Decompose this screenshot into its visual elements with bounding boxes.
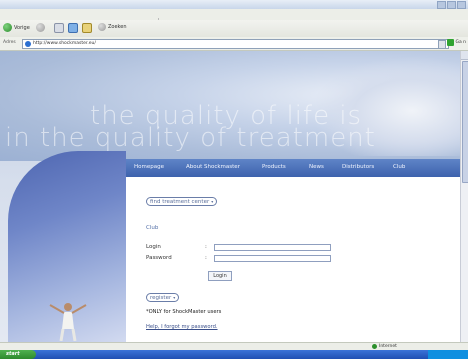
users-only-note: *ONLY for ShockMaster users <box>146 309 222 315</box>
page-viewport: the quality of life is in the quality of… <box>0 51 460 342</box>
register-button[interactable]: register ▾ <box>146 293 180 302</box>
title-bar <box>0 0 468 9</box>
chevron-down-icon: ▾ <box>173 295 176 300</box>
forward-arrow-icon <box>36 23 45 32</box>
nav-products[interactable]: Products <box>262 164 286 170</box>
find-treatment-center-button[interactable]: find treatment center ▾ <box>146 197 218 206</box>
refresh-button[interactable] <box>68 23 78 33</box>
page-icon <box>25 41 31 47</box>
forward-button[interactable] <box>36 23 45 32</box>
go-button[interactable]: Ga n <box>447 39 466 46</box>
login-input[interactable] <box>214 244 331 251</box>
scroll-up-icon[interactable] <box>461 51 468 60</box>
stop-icon <box>54 23 64 33</box>
club-heading: Club <box>146 225 159 231</box>
forgot-password-link[interactable]: Help, I forgot my password. <box>146 324 218 330</box>
address-input[interactable]: http://www.shockmaster.eu/ <box>22 39 449 49</box>
header-banner: the quality of life is in the quality of… <box>0 51 460 161</box>
browser-toolbar: Vorige Zoeken <box>0 20 468 38</box>
address-label: Adres <box>3 40 16 45</box>
taskbar: start <box>0 350 468 359</box>
nav-about-shockmaster[interactable]: About Shockmaster <box>186 164 240 170</box>
zone-label: Internet <box>379 344 397 349</box>
nav-distributors[interactable]: Distributors <box>342 164 374 170</box>
start-button[interactable]: start <box>0 350 36 359</box>
home-icon <box>82 23 92 33</box>
login-label: Login <box>146 244 161 250</box>
chevron-down-icon: ▾ <box>211 199 214 204</box>
find-center-label: find treatment center <box>150 199 210 205</box>
window-controls <box>437 1 466 9</box>
system-tray <box>428 350 468 359</box>
search-label: Zoeken <box>108 24 127 30</box>
go-arrow-icon <box>447 39 455 46</box>
minimize-button[interactable] <box>437 1 446 9</box>
back-button[interactable]: Vorige <box>3 23 30 32</box>
person-figure <box>49 303 87 341</box>
register-label: register <box>150 295 172 301</box>
password-input[interactable] <box>214 255 331 262</box>
close-button[interactable] <box>457 1 466 9</box>
slogan-line-2: in the quality of treatment <box>5 123 376 153</box>
search-icon <box>98 23 106 31</box>
address-dropdown-icon[interactable] <box>438 40 446 49</box>
refresh-icon <box>68 23 78 33</box>
globe-icon <box>372 344 377 349</box>
security-zone: Internet <box>372 344 397 349</box>
address-url: http://www.shockmaster.eu/ <box>33 41 96 46</box>
password-label: Password <box>146 255 172 261</box>
login-button[interactable]: Login <box>208 271 232 281</box>
back-label: Vorige <box>14 24 30 31</box>
go-label: Ga n <box>455 40 466 45</box>
home-button[interactable] <box>82 23 92 33</box>
back-arrow-icon <box>3 23 12 32</box>
search-button[interactable]: Zoeken <box>98 23 127 31</box>
side-photo <box>8 151 126 342</box>
password-colon: : <box>205 255 207 261</box>
main-nav: Homepage About Shockmaster Products News… <box>126 159 460 177</box>
nav-news[interactable]: News <box>309 164 324 170</box>
address-bar: Adres http://www.shockmaster.eu/ Ga n <box>0 37 468 51</box>
nav-club[interactable]: Club <box>393 164 405 170</box>
scroll-thumb[interactable] <box>462 61 468 183</box>
nav-homepage[interactable]: Homepage <box>134 164 164 170</box>
stop-button[interactable] <box>54 23 64 33</box>
login-colon: : <box>205 244 207 250</box>
maximize-button[interactable] <box>447 1 456 9</box>
vertical-scrollbar[interactable] <box>460 51 468 342</box>
